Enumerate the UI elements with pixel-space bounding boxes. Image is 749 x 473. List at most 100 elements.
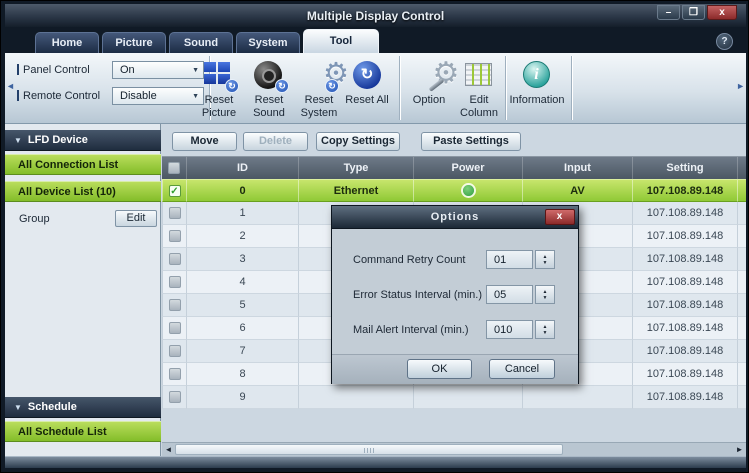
error-status-interval-field[interactable]: 05: [486, 285, 533, 304]
column-header-power[interactable]: Power: [413, 157, 522, 179]
reset-picture-button[interactable]: ↻ Reset Picture: [193, 58, 245, 119]
reset-system-button[interactable]: ⚙ ↻ Reset System: [293, 58, 349, 119]
row-checkbox[interactable]: [168, 368, 181, 380]
cell-id: 3: [186, 248, 298, 271]
chevron-down-icon: ▼: [14, 402, 22, 412]
tab-home[interactable]: Home: [35, 32, 99, 53]
command-retry-count-field[interactable]: 01: [486, 250, 533, 269]
cell-id: 0: [186, 180, 298, 202]
reset-all-button[interactable]: ↻ Reset All: [341, 58, 393, 107]
panel-control-value: On: [120, 64, 135, 76]
window-title: Multiple Display Control: [306, 8, 445, 23]
close-button[interactable]: x: [707, 5, 737, 20]
gear-icon: ⚙ ↻: [323, 58, 349, 93]
reset-sound-button[interactable]: ↻ Reset Sound: [243, 58, 295, 119]
cell-id: 1: [186, 202, 298, 225]
sidebar-section-lfd-device[interactable]: ▼ LFD Device: [5, 130, 161, 151]
scrollbar-thumb[interactable]: [175, 444, 563, 455]
cell-id: 9: [186, 386, 298, 409]
remote-control-value: Disable: [120, 90, 157, 102]
remote-control-select[interactable]: Disable ▼: [112, 87, 204, 105]
cell-setting: 107.108.89.148: [632, 225, 737, 248]
group-edit-button[interactable]: Edit: [115, 210, 157, 227]
column-header-type[interactable]: Type: [298, 157, 413, 179]
remote-control-label: Remote Control: [23, 90, 101, 102]
gear-wrench-icon: ⚙: [412, 57, 459, 92]
refresh-icon: ↻: [350, 58, 384, 92]
panel-control-label: Panel Control: [23, 64, 90, 76]
header-checkbox-cell[interactable]: [162, 157, 186, 179]
column-header-setting[interactable]: Setting: [632, 157, 737, 179]
row-checkbox[interactable]: [168, 253, 181, 265]
toolbar-divider: [399, 56, 400, 120]
row-checkbox[interactable]: [168, 322, 181, 334]
scroll-right-icon[interactable]: ►: [733, 443, 746, 457]
row-checkbox[interactable]: [168, 230, 181, 242]
horizontal-scrollbar[interactable]: ◄ ►: [162, 442, 746, 456]
row-checkbox[interactable]: [168, 299, 181, 311]
status-bar: [5, 456, 746, 468]
information-button[interactable]: i Information: [509, 58, 565, 107]
maximize-button[interactable]: ❐: [682, 5, 705, 20]
group-label: Group: [19, 213, 50, 225]
help-button[interactable]: ?: [716, 33, 733, 50]
option-button[interactable]: ⚙ Option: [403, 57, 460, 107]
mail-alert-interval-spinner[interactable]: ▲ ▼: [535, 320, 555, 339]
column-header-id[interactable]: ID: [186, 157, 298, 179]
sidebar-item-all-connection-list[interactable]: All Connection List: [5, 154, 161, 175]
sidebar-item-all-device-list[interactable]: All Device List (10): [5, 181, 161, 202]
column-header-input[interactable]: Input: [522, 157, 632, 179]
cell-setting: 107.108.89.148: [632, 202, 737, 225]
spinner-down-icon[interactable]: ▼: [543, 330, 548, 336]
spinner-down-icon[interactable]: ▼: [543, 260, 548, 266]
dialog-title-bar: Options x: [332, 206, 578, 229]
sidebar-section-schedule[interactable]: ▼ Schedule: [5, 397, 161, 418]
error-status-interval-spinner[interactable]: ▲ ▼: [535, 285, 555, 304]
row-checkbox[interactable]: [168, 391, 181, 403]
tab-system[interactable]: System: [236, 32, 300, 53]
cell-spare: [737, 248, 746, 271]
tab-tool[interactable]: Tool: [303, 29, 379, 53]
cell-spare: [737, 202, 746, 225]
row-checkbox[interactable]: [168, 345, 181, 357]
cancel-button[interactable]: Cancel: [489, 359, 555, 379]
options-dialog: Options x Command Retry Count 01 ▲ ▼ Err…: [331, 205, 579, 384]
edit-column-button[interactable]: Edit Column: [453, 58, 505, 119]
cell-spare: [737, 294, 746, 317]
mail-alert-interval-field[interactable]: 010: [486, 320, 533, 339]
panel-control-select[interactable]: On ▼: [112, 61, 204, 79]
tab-picture[interactable]: Picture: [102, 32, 166, 53]
sidebar-item-all-schedule-list[interactable]: All Schedule List: [5, 421, 161, 442]
toolbar-scroll-right-icon[interactable]: ►: [736, 81, 745, 91]
tab-sound[interactable]: Sound: [169, 32, 233, 53]
table-row[interactable]: 9 107.108.89.148: [162, 386, 746, 409]
copy-settings-button[interactable]: Copy Settings: [316, 132, 400, 151]
command-retry-count-spinner[interactable]: ▲ ▼: [535, 250, 555, 269]
toolbar: ◄ ► Panel Control On ▼ Remote Control Di…: [5, 53, 746, 124]
table-row[interactable]: ✓ 0 Ethernet AV 107.108.89.148: [162, 179, 746, 202]
dialog-close-button[interactable]: x: [545, 209, 575, 225]
label-tick-icon: [17, 90, 19, 101]
spinner-down-icon[interactable]: ▼: [543, 295, 548, 301]
toolbar-divider: [571, 56, 572, 120]
cell-setting: 107.108.89.148: [632, 248, 737, 271]
cell-spare: [737, 386, 746, 409]
select-all-checkbox[interactable]: [168, 162, 180, 174]
scroll-left-icon[interactable]: ◄: [162, 443, 175, 457]
row-checkbox[interactable]: [168, 207, 181, 219]
chevron-down-icon: ▼: [14, 135, 22, 145]
column-header-spare: [737, 157, 746, 179]
cell-type: [298, 386, 413, 409]
row-checkbox[interactable]: [168, 276, 181, 288]
control-group: Panel Control On ▼ Remote Control Disabl…: [13, 61, 207, 113]
minimize-button[interactable]: –: [657, 5, 680, 20]
cell-setting: 107.108.89.148: [632, 271, 737, 294]
move-button[interactable]: Move: [172, 132, 237, 151]
row-checkbox[interactable]: ✓: [168, 184, 181, 197]
tab-bar: Home Picture Sound System Tool ?: [5, 27, 746, 53]
paste-settings-button[interactable]: Paste Settings: [421, 132, 521, 151]
ok-button[interactable]: OK: [407, 359, 472, 379]
refresh-badge-icon: ↻: [275, 79, 289, 93]
refresh-badge-icon: ↻: [325, 79, 339, 93]
cell-setting: 107.108.89.148: [632, 180, 737, 202]
